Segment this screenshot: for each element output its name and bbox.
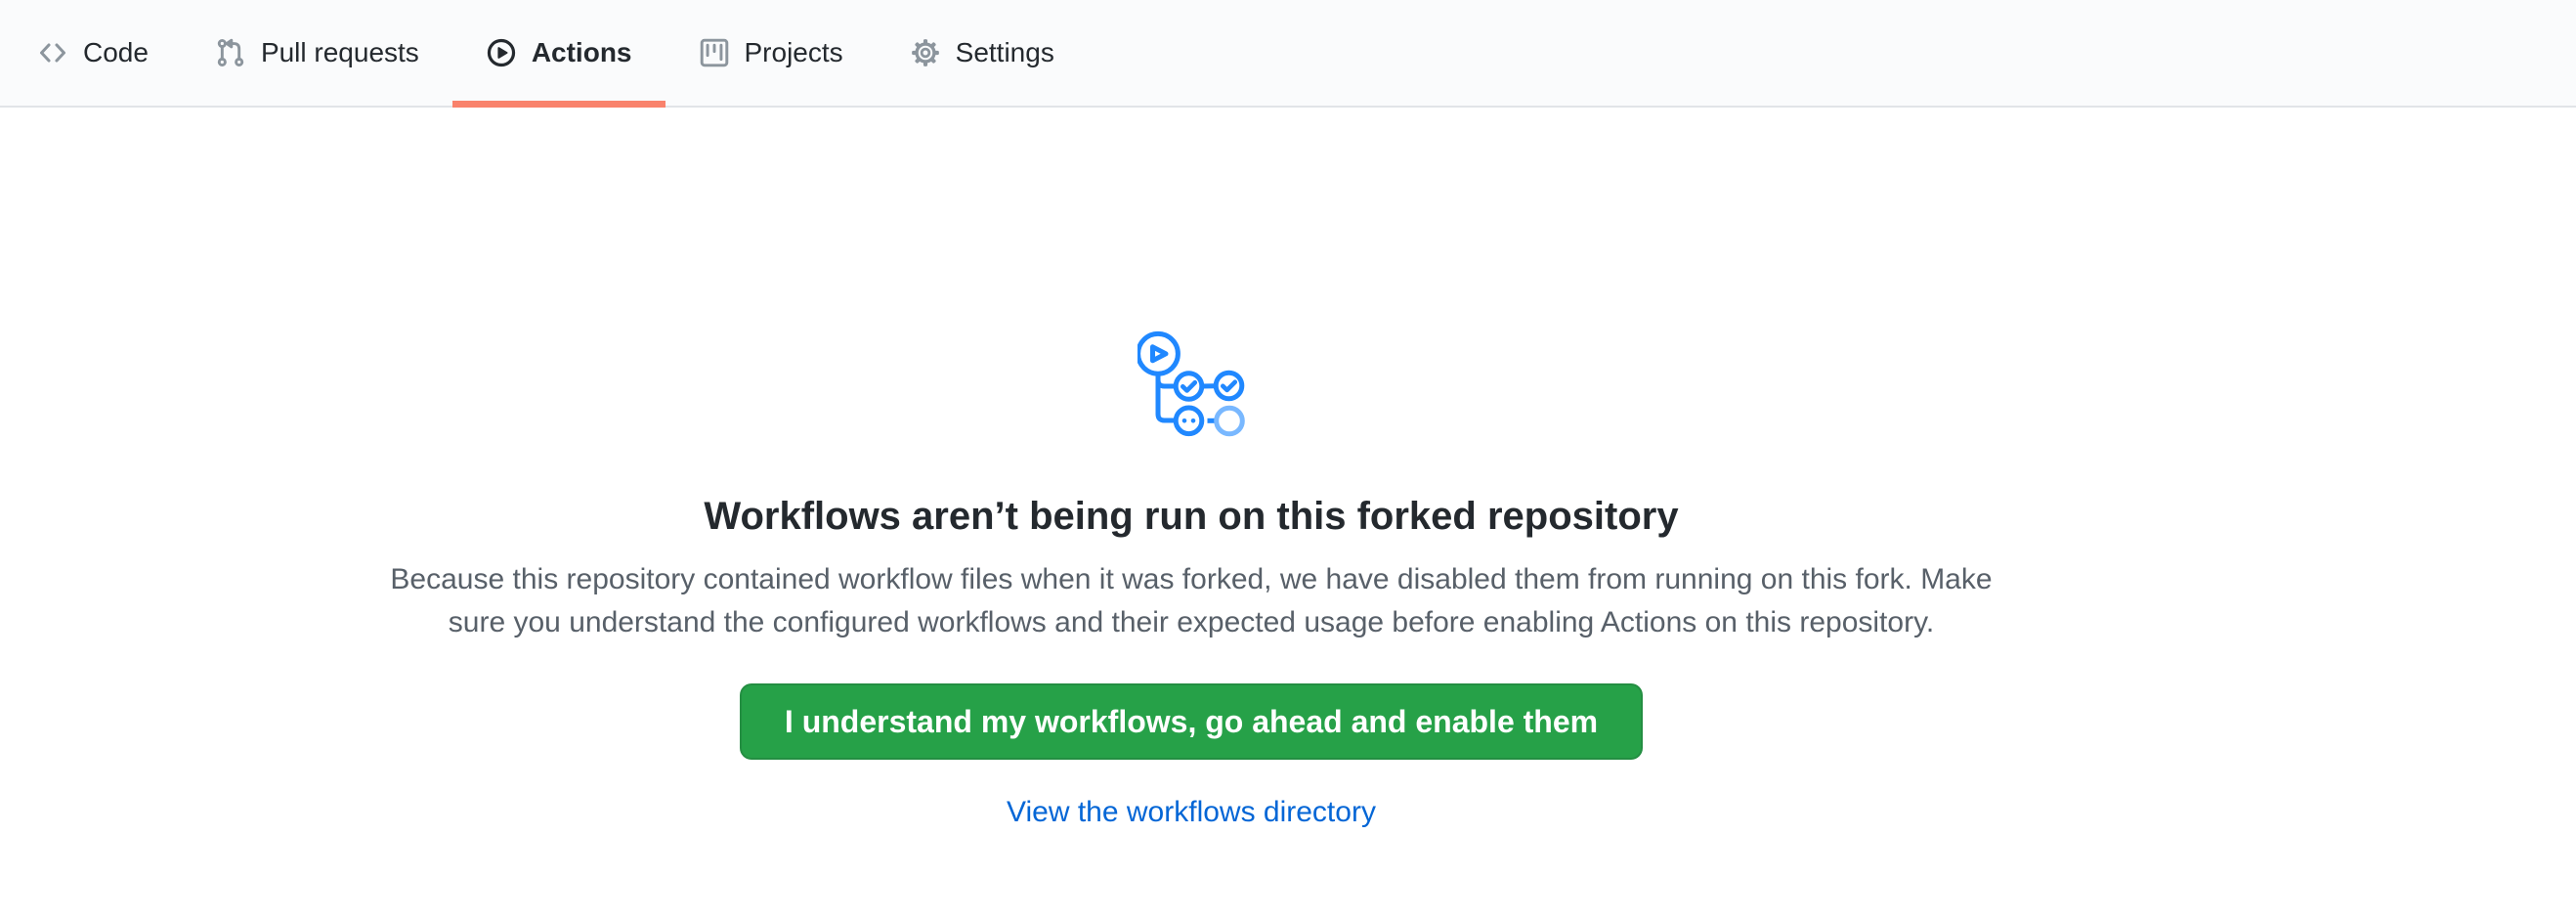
- project-icon: [699, 37, 730, 68]
- tab-projects[interactable]: Projects: [665, 0, 877, 106]
- pull-request-icon: [215, 37, 246, 68]
- tab-pull-requests[interactable]: Pull requests: [182, 0, 452, 106]
- enable-workflows-button[interactable]: I understand my workflows, go ahead and …: [740, 683, 1643, 760]
- workflows-directory-link[interactable]: View the workflows directory: [1007, 793, 1376, 832]
- repo-nav: Code Pull requests Actions: [0, 0, 2576, 108]
- code-icon: [37, 37, 68, 68]
- tab-actions[interactable]: Actions: [452, 0, 665, 106]
- tab-label: Projects: [745, 37, 843, 68]
- play-circle-icon: [486, 37, 517, 68]
- actions-blankslate: Workflows aren’t being run on this forke…: [0, 108, 2383, 832]
- tab-label: Code: [83, 37, 149, 68]
- gear-icon: [910, 37, 941, 68]
- blankslate-title: Workflows aren’t being run on this forke…: [704, 492, 1678, 541]
- tab-label: Actions: [532, 37, 632, 68]
- tab-code[interactable]: Code: [4, 0, 182, 106]
- tab-label: Pull requests: [261, 37, 419, 68]
- tab-label: Settings: [956, 37, 1054, 68]
- blankslate-description: Because this repository contained workfl…: [385, 558, 1997, 644]
- tab-settings[interactable]: Settings: [877, 0, 1088, 106]
- workflow-graph-icon: [1138, 330, 1245, 451]
